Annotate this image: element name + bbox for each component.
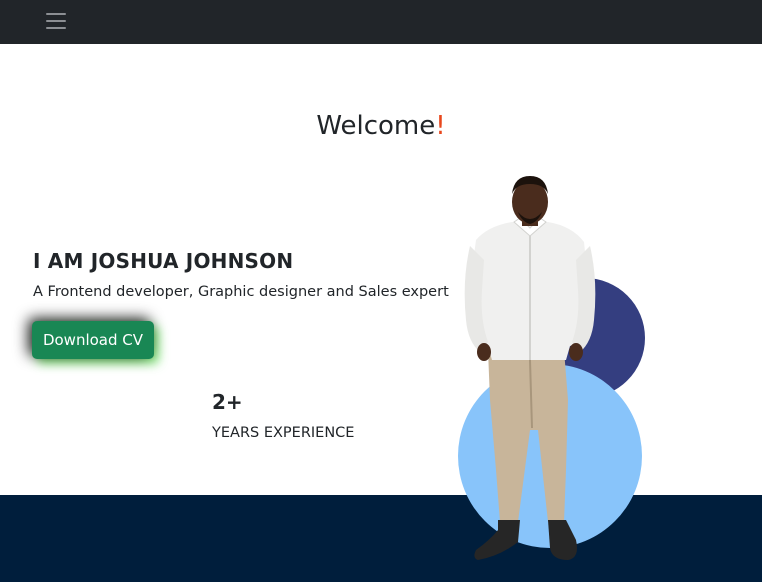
hamburger-menu-icon[interactable] bbox=[38, 6, 74, 36]
welcome-exclamation: ! bbox=[435, 111, 446, 141]
welcome-text: Welcome bbox=[316, 111, 436, 141]
top-navbar bbox=[0, 0, 762, 44]
page: Welcome! I AM JOSHUA JOHNSON A Frontend … bbox=[0, 0, 762, 582]
experience-value: 2+ bbox=[212, 390, 243, 414]
intro-name: I AM JOSHUA JOHNSON bbox=[33, 249, 294, 273]
welcome-heading: Welcome! bbox=[0, 111, 762, 141]
intro-tagline: A Frontend developer, Graphic designer a… bbox=[33, 284, 449, 300]
experience-label: YEARS EXPERIENCE bbox=[212, 425, 355, 441]
hero-illustration bbox=[440, 170, 670, 582]
download-cv-button[interactable]: Download CV bbox=[32, 321, 154, 359]
